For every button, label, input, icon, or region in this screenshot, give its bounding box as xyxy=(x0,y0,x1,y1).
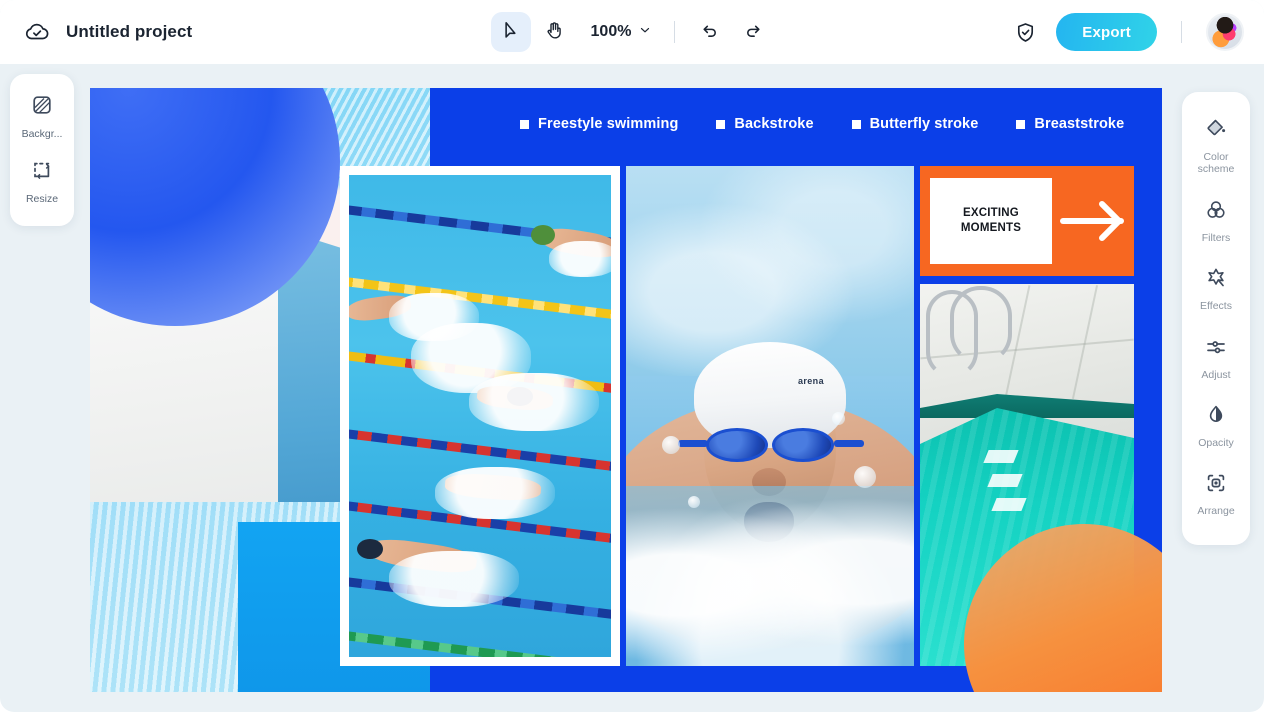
sidebar-item-effects-label: Effects xyxy=(1200,300,1232,313)
resize-icon xyxy=(30,158,54,187)
exciting-moments-banner[interactable]: EXCITING MOMENTS xyxy=(920,166,1134,276)
sidebar-item-opacity[interactable]: Opacity xyxy=(1182,392,1250,460)
cloud-check-icon[interactable] xyxy=(22,17,52,47)
arrow-right-icon[interactable] xyxy=(1052,198,1134,244)
nav-item-backstroke[interactable]: Backstroke xyxy=(716,116,814,132)
water-droplet xyxy=(832,412,845,425)
nav-bullet-icon xyxy=(851,119,861,129)
goggle-lens-right xyxy=(772,428,834,462)
redo-icon xyxy=(743,20,764,44)
sidebar-item-adjust[interactable]: Adjust xyxy=(1182,324,1250,392)
lane-foam xyxy=(389,551,519,607)
chevron-down-icon xyxy=(638,23,652,42)
water-droplet xyxy=(688,496,700,508)
select-tool-button[interactable] xyxy=(490,12,531,52)
exciting-moments-card: EXCITING MOMENTS xyxy=(930,178,1052,264)
nav-bullet-icon xyxy=(716,119,726,129)
sidebar-item-adjust-label: Adjust xyxy=(1201,368,1231,381)
header-right-group: Export xyxy=(1008,13,1264,51)
sliders-icon xyxy=(1204,335,1228,364)
redo-button[interactable] xyxy=(733,12,773,52)
toolbar-divider xyxy=(674,21,676,43)
sidebar-item-background-label: Backgr... xyxy=(21,128,63,140)
nav-item-freestyle-swimming-label: Freestyle swimming xyxy=(538,116,679,132)
left-sidebar: Backgr... Resize xyxy=(10,74,74,226)
pool-ladder-rail xyxy=(950,286,1012,364)
nav-item-butterfly-stroke[interactable]: Butterfly stroke xyxy=(851,116,979,132)
arrange-frame-icon xyxy=(1204,471,1228,500)
exciting-moments-text: EXCITING MOMENTS xyxy=(961,206,1021,235)
lane-rope xyxy=(349,627,611,657)
nav-item-breaststroke-label: Breaststroke xyxy=(1034,116,1125,132)
sidebar-item-resize[interactable]: Resize xyxy=(10,149,74,214)
swimming-lanes-photo[interactable] xyxy=(340,166,620,666)
pool-step-marker xyxy=(983,450,1019,463)
nav-bullet-icon xyxy=(1016,119,1026,129)
sidebar-item-arrange-label: Arrange xyxy=(1197,505,1235,518)
nav-item-backstroke-label: Backstroke xyxy=(734,116,814,132)
avatar[interactable] xyxy=(1206,13,1244,51)
cursor-icon xyxy=(500,20,521,44)
hand-icon xyxy=(544,20,565,44)
sidebar-item-arrange[interactable]: Arrange xyxy=(1182,460,1250,528)
design-nav: Freestyle swimming Backstroke Butterfly … xyxy=(520,116,1162,132)
project-title[interactable]: Untitled project xyxy=(66,22,192,42)
water-droplet xyxy=(662,436,680,454)
sidebar-item-filters-label: Filters xyxy=(1201,231,1231,244)
lane-foam xyxy=(549,241,611,277)
header-left-group: Untitled project xyxy=(0,17,192,47)
pan-tool-button[interactable] xyxy=(535,12,575,52)
nav-item-breaststroke[interactable]: Breaststroke xyxy=(1016,116,1124,132)
undo-icon xyxy=(699,20,720,44)
pool-step-marker xyxy=(987,474,1023,487)
exciting-moments-line1: EXCITING xyxy=(963,207,1019,220)
sidebar-item-background[interactable]: Backgr... xyxy=(10,84,74,149)
swimming-lanes-image xyxy=(349,175,611,657)
app-header: Untitled project 100% Export xyxy=(0,0,1264,64)
sidebar-item-resize-label: Resize xyxy=(25,193,59,205)
sidebar-item-color-scheme[interactable]: Color scheme xyxy=(1182,106,1250,187)
goggle-lens-left xyxy=(706,428,768,462)
water-droplet xyxy=(854,466,876,488)
right-sidebar: Color scheme Filters Effects Adjust Opac… xyxy=(1182,92,1250,545)
pool-step-marker xyxy=(991,498,1027,511)
paint-bucket-icon xyxy=(1204,117,1228,146)
lane-foam xyxy=(435,467,555,519)
header-divider xyxy=(1181,21,1182,43)
sidebar-item-filters[interactable]: Filters xyxy=(1182,187,1250,255)
nav-item-butterfly-stroke-label: Butterfly stroke xyxy=(869,116,979,132)
swimmer-splash xyxy=(626,486,914,666)
design-canvas[interactable]: Freestyle swimming Backstroke Butterfly … xyxy=(90,88,1162,692)
zoom-selector[interactable]: 100% xyxy=(579,12,661,52)
filters-circles-icon xyxy=(1204,198,1228,227)
sidebar-item-opacity-label: Opacity xyxy=(1198,436,1234,449)
undo-button[interactable] xyxy=(689,12,729,52)
shield-check-icon[interactable] xyxy=(1008,15,1042,49)
exciting-moments-line2: MOMENTS xyxy=(960,222,1022,234)
goggle-strap-left xyxy=(678,440,708,447)
goggle-strap-right xyxy=(834,440,864,447)
butterfly-swimmer-photo[interactable]: arena xyxy=(626,166,914,666)
lane-foam xyxy=(469,373,599,431)
lane-swimmer-cap xyxy=(531,225,555,245)
zoom-level-value: 100% xyxy=(590,23,632,40)
app-window: Untitled project 100% Export Backgr... R… xyxy=(0,0,1264,712)
swim-cap-brand-text: arena xyxy=(797,376,824,386)
sparkle-star-icon xyxy=(1204,266,1228,295)
lane-swimmer-cap xyxy=(357,539,383,559)
sidebar-item-effects[interactable]: Effects xyxy=(1182,255,1250,323)
nav-bullet-icon xyxy=(520,119,529,129)
swimmer-goggles xyxy=(678,428,864,462)
droplet-icon xyxy=(1204,403,1228,432)
nav-item-freestyle-swimming[interactable]: Freestyle swimming xyxy=(520,116,678,132)
background-pattern-icon xyxy=(30,93,54,122)
sidebar-item-color-scheme-label: Color scheme xyxy=(1197,151,1235,176)
export-button[interactable]: Export xyxy=(1056,13,1157,51)
